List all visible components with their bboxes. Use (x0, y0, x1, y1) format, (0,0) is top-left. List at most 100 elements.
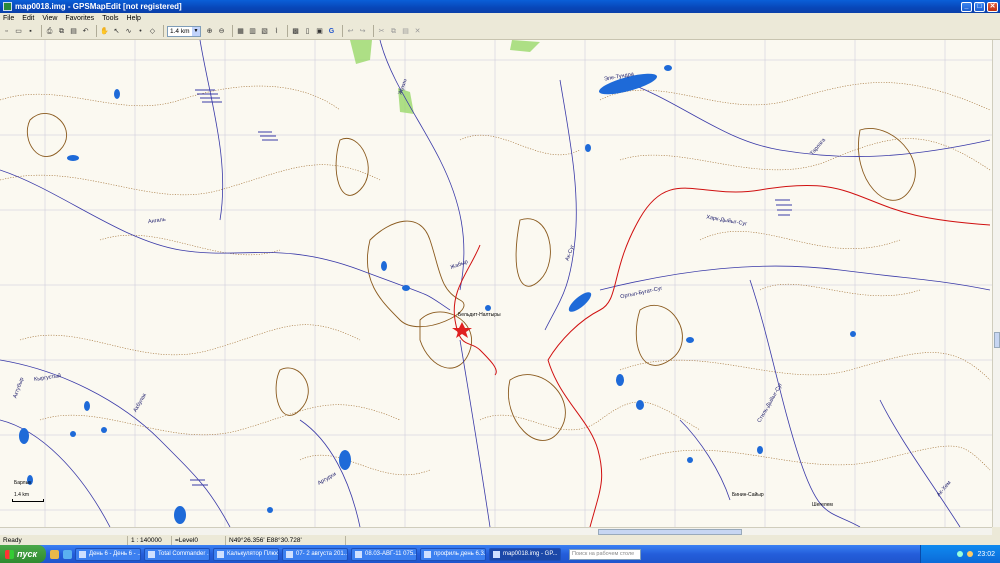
print-icon[interactable]: ⎙ (45, 27, 54, 36)
forward-icon[interactable]: ↪ (358, 27, 367, 36)
map-label: Шегелем (812, 502, 833, 508)
undo-icon[interactable]: ↶ (81, 27, 90, 36)
tray-icon[interactable] (967, 551, 974, 557)
chevron-down-icon[interactable]: ▼ (192, 26, 200, 36)
quick-launch-browser-icon[interactable] (63, 549, 72, 559)
polyline-icon[interactable]: ∿ (124, 27, 133, 36)
minimize-button[interactable]: _ (961, 1, 972, 12)
table-icon[interactable]: ▩ (291, 27, 300, 36)
task-label: профиль день 6.3... (434, 550, 486, 557)
cube-icon[interactable]: ▣ (315, 27, 324, 36)
scale-select-value: 1.4 km (170, 27, 190, 35)
app-icon (148, 550, 155, 558)
toolbar-separator (96, 25, 97, 37)
task-label: Калькулятор Плюс (227, 550, 279, 557)
vertical-scrollbar[interactable] (992, 40, 1000, 527)
windows-flag-icon (5, 549, 14, 559)
toolbar-separator (232, 25, 233, 37)
title-bar[interactable]: map0018.img - GPSMapEdit [not registered… (0, 0, 1000, 13)
tray-icon[interactable] (957, 551, 964, 557)
hand-icon[interactable]: ✋ (100, 27, 109, 36)
app-icon (286, 550, 293, 558)
menu-view[interactable]: View (42, 15, 57, 22)
copy-object-icon[interactable]: ⧉ (389, 27, 398, 36)
taskbar: пуск День 6 - День 6 - ... Total Command… (0, 545, 1000, 563)
toolbar-separator (163, 25, 164, 37)
menu-file[interactable]: File (3, 15, 14, 22)
toolbar-separator (41, 25, 42, 37)
map-label: Барлык (14, 480, 32, 486)
app-window: map0018.img - GPSMapEdit [not registered… (0, 0, 1000, 563)
app-icon (79, 550, 86, 558)
page-icon[interactable]: ▯ (303, 27, 312, 36)
map-icon[interactable]: ▧ (260, 27, 269, 36)
scale-select[interactable]: 1.4 km ▼ (167, 25, 201, 37)
delete-icon[interactable]: ✕ (413, 27, 422, 36)
route-icon[interactable]: ⌇ (272, 27, 281, 36)
menu-help[interactable]: Help (127, 15, 141, 22)
menu-favorites[interactable]: Favorites (65, 15, 94, 22)
map-scale-bar (12, 499, 44, 502)
toolbar-separator (342, 25, 343, 37)
task-button[interactable]: 08.03-АВГ-11 075... (351, 547, 417, 561)
task-button[interactable]: профиль день 6.3... (420, 547, 486, 561)
status-bar: Ready 1 : 140000 =Level0 N49°26.356' E88… (0, 535, 1000, 545)
zoom-in-icon[interactable]: ⊕ (205, 27, 214, 36)
waypoint-marker (452, 322, 472, 338)
horizontal-scrollbar[interactable] (0, 527, 992, 535)
map-drawing (0, 40, 992, 527)
lakes (19, 65, 856, 524)
app-icon (493, 550, 500, 558)
task-label: 08.03-АВГ-11 075... (365, 550, 417, 557)
paste-icon[interactable]: ▤ (69, 27, 78, 36)
select-icon[interactable]: ↖ (112, 27, 121, 36)
task-button[interactable]: Калькулятор Плюс (213, 547, 279, 561)
toolbar-separator (287, 25, 288, 37)
cut-icon[interactable]: ✂ (377, 27, 386, 36)
open-icon[interactable]: ▭ (14, 27, 23, 36)
new-icon[interactable]: ▫ (2, 27, 11, 36)
status-scale: 1 : 140000 (128, 535, 172, 545)
clock: 23:02 (977, 550, 995, 558)
maximize-button[interactable]: □ (974, 1, 985, 12)
google-icon[interactable]: G (327, 27, 336, 36)
polygon-icon[interactable]: ◇ (148, 27, 157, 36)
status-coordinates: N49°26.356' E88°30.728' (226, 535, 346, 545)
paste-object-icon[interactable]: ▤ (401, 27, 410, 36)
copy-icon[interactable]: ⧉ (57, 27, 66, 36)
task-button[interactable]: День 6 - День 6 - ... (75, 547, 141, 561)
menu-bar: File Edit View Favorites Tools Help (0, 13, 1000, 23)
task-button[interactable]: 07- 2 августа 201... (282, 547, 348, 561)
grid-icon[interactable]: ▦ (236, 27, 245, 36)
toolbar: ▫ ▭ ▪ ⎙ ⧉ ▤ ↶ ✋ ↖ ∿ • ◇ 1.4 km ▼ ⊕ ⊖ ▦ ▥… (0, 23, 1000, 40)
save-icon[interactable]: ▪ (26, 27, 35, 36)
menu-tools[interactable]: Tools (102, 15, 118, 22)
status-level: =Level0 (172, 535, 226, 545)
forest-areas (350, 40, 540, 114)
point-icon[interactable]: • (136, 27, 145, 36)
index-contours (26, 113, 916, 441)
task-label: map0018.img - GP... (503, 550, 558, 557)
task-label: Total Commander ... (158, 550, 210, 557)
desktop-search-input[interactable]: Поиск на рабочем столе (569, 548, 641, 560)
task-label: 07- 2 августа 201... (296, 550, 348, 557)
start-label: пуск (17, 549, 38, 559)
map-canvas[interactable]: Жукин Ангаль Жабыр Бельдит-Налтыры Актуб… (0, 40, 992, 527)
map-label: Бельдит-Налтыры (458, 312, 501, 318)
layers-icon[interactable]: ▥ (248, 27, 257, 36)
app-icon (424, 550, 431, 558)
zoom-out-icon[interactable]: ⊖ (217, 27, 226, 36)
vertical-scroll-thumb[interactable] (994, 332, 1000, 348)
app-icon (3, 2, 12, 11)
system-tray: 23:02 (920, 545, 1000, 563)
task-button-active[interactable]: map0018.img - GP... (489, 547, 561, 561)
app-icon (217, 550, 224, 558)
close-button[interactable]: ✕ (987, 1, 998, 12)
menu-edit[interactable]: Edit (22, 15, 34, 22)
task-label: День 6 - День 6 - ... (89, 550, 141, 557)
quick-launch-folder-icon[interactable] (50, 549, 59, 559)
map-label: Бинин-Сайыр (732, 492, 764, 498)
task-button[interactable]: Total Commander ... (144, 547, 210, 561)
start-button[interactable]: пуск (0, 545, 46, 563)
back-icon[interactable]: ↩ (346, 27, 355, 36)
